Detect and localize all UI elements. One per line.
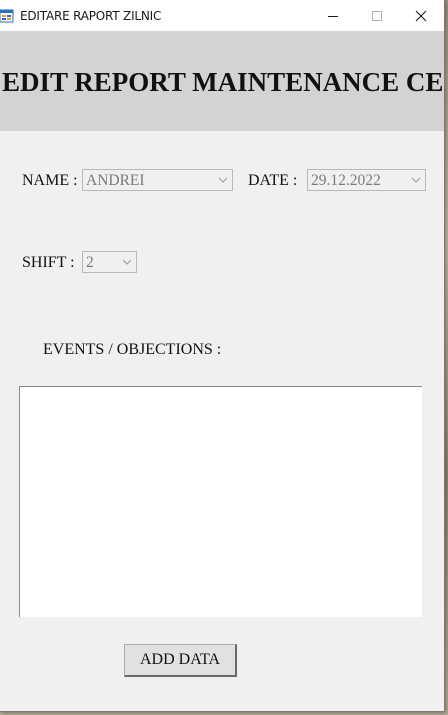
shift-select[interactable]: 2 [82, 251, 137, 273]
app-icon [0, 9, 14, 23]
events-textarea[interactable] [19, 386, 422, 617]
minimize-icon [328, 15, 338, 17]
events-label: EVENTS / OBJECTIONS : [43, 341, 222, 358]
header-banner: EDIT REPORT MAINTENANCE CE [0, 31, 444, 131]
chevron-down-icon [407, 170, 425, 190]
shift-label: SHIFT : [22, 254, 75, 271]
name-select[interactable]: ANDREI [82, 169, 233, 191]
title-bar[interactable]: EDITARE RAPORT ZILNIC [0, 0, 444, 31]
app-window: EDITARE RAPORT ZILNIC EDIT REPORT MAINTE… [0, 0, 445, 712]
chevron-down-icon [214, 170, 232, 190]
name-label: NAME : [22, 172, 78, 189]
minimize-button[interactable] [310, 0, 356, 31]
chevron-down-icon [118, 252, 136, 272]
date-label: DATE : [248, 172, 298, 189]
add-data-button[interactable]: ADD DATA [124, 644, 237, 677]
date-picker-value: 29.12.2022 [311, 172, 381, 189]
date-picker[interactable]: 29.12.2022 [307, 169, 426, 191]
close-icon [415, 10, 427, 21]
maximize-icon [372, 10, 382, 21]
shift-select-value: 2 [86, 254, 94, 271]
name-select-value: ANDREI [86, 172, 145, 189]
page-title: EDIT REPORT MAINTENANCE CE [2, 67, 444, 97]
close-button[interactable] [398, 0, 444, 31]
window-title: EDITARE RAPORT ZILNIC [20, 9, 162, 23]
maximize-button[interactable] [354, 0, 400, 31]
